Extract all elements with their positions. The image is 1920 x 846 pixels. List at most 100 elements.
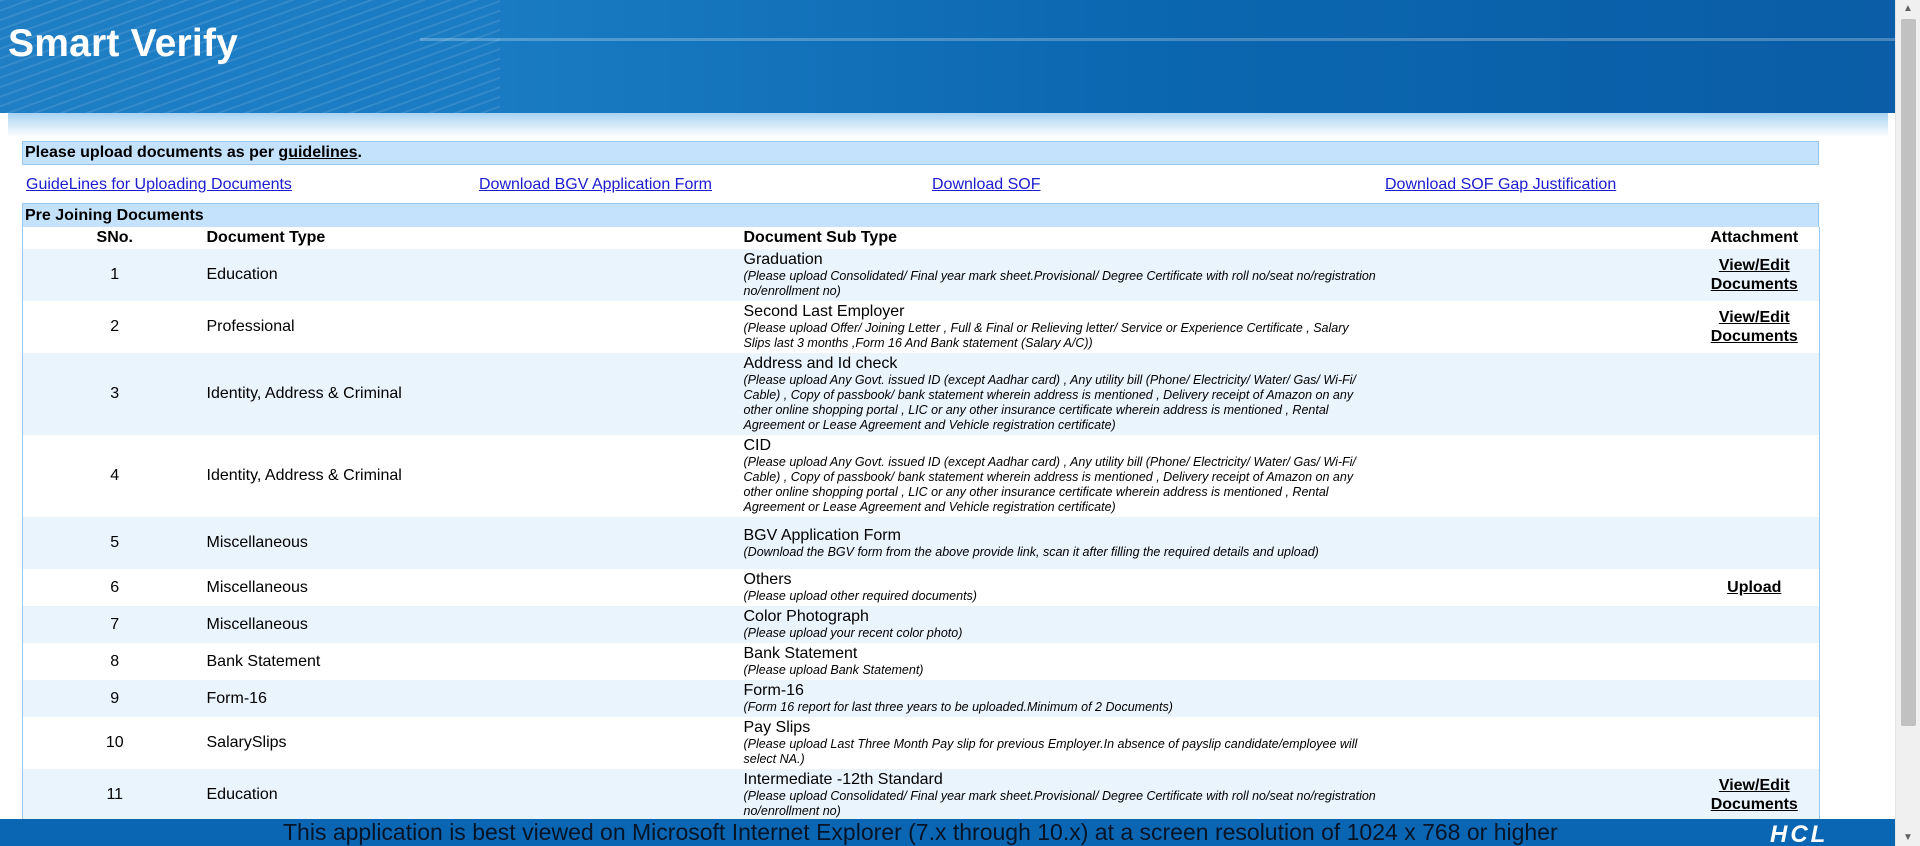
sub-type-name: BGV Application Form (743, 526, 901, 544)
view-edit-documents-link[interactable]: View/Edit Documents (1690, 256, 1820, 294)
cell-sno: 4 (22, 435, 207, 517)
sub-type-name: Bank Statement (743, 645, 858, 662)
scroll-up-arrow-icon[interactable]: ▲ (1896, 0, 1920, 17)
cell-document-sub-type: Others (Please upload other required docu… (743, 569, 1379, 606)
download-sof-link[interactable]: Download SOF (932, 176, 1041, 194)
table-body: 1 Education Graduation (Please upload Conso… (22, 249, 1820, 821)
cell-document-sub-type: CID (Please upload Any Govt. issued ID (e… (743, 435, 1379, 517)
cell-attachment (1689, 517, 1820, 569)
cell-sno: 5 (22, 517, 207, 569)
cell-document-sub-type: Bank Statement (Please upload Bank Statem… (743, 643, 1379, 680)
cell-document-type: Professional (206, 301, 744, 353)
table-row: 4 Identity, Address & Criminal CID (Please … (22, 435, 1820, 517)
cell-sno: 9 (22, 680, 207, 717)
cell-attachment (1689, 606, 1820, 643)
cell-document-type: SalarySlips (206, 717, 744, 769)
sub-type-note: (Please upload Consolidated/ Final year … (743, 269, 1376, 298)
scroll-down-arrow-icon[interactable]: ▼ (1896, 829, 1920, 846)
cell-sno: 7 (22, 606, 207, 643)
cell-document-type: Identity, Address & Criminal (206, 353, 744, 435)
sub-type-name: CID (743, 437, 772, 454)
header-sno: SNo. (22, 227, 207, 249)
table-row: 11 Education Intermediate -12th Standard (P… (22, 769, 1820, 821)
header-document-sub-type: Document Sub Type (743, 227, 1379, 249)
header-document-type: Document Type (206, 227, 744, 249)
sub-type-name: Others (743, 571, 792, 588)
cell-attachment (1689, 643, 1820, 680)
header-spacer (1378, 227, 1690, 249)
cell-document-type: Miscellaneous (206, 606, 744, 643)
page: Smart Verify Please upload documents as … (0, 0, 1920, 846)
cell-spacer (1378, 353, 1690, 435)
table-row: 6 Miscellaneous Others (Please upload other… (22, 569, 1820, 606)
sub-type-note: (Please upload Any Govt. issued ID (exce… (743, 455, 1356, 514)
sub-type-name: Second Last Employer (743, 303, 905, 320)
sub-type-name: Graduation (743, 251, 823, 268)
download-sof-gap-link[interactable]: Download SOF Gap Justification (1385, 176, 1616, 194)
table-row: 5 Miscellaneous BGV Application Form (Downl… (22, 517, 1820, 569)
sub-type-note: (Please upload other required documents) (743, 589, 977, 603)
table-header-row: SNo. Document Type Document Sub Type Att… (22, 227, 1820, 249)
cell-document-type: Education (206, 249, 744, 301)
header-swoosh (420, 38, 1895, 41)
cell-spacer (1378, 717, 1690, 769)
cell-sno: 6 (22, 569, 207, 606)
cell-document-type: Miscellaneous (206, 517, 744, 569)
sub-type-name: Color Photograph (743, 608, 869, 625)
cell-spacer (1378, 517, 1690, 569)
cell-spacer (1378, 769, 1690, 821)
cell-spacer (1378, 435, 1690, 517)
sub-type-name: Intermediate -12th Standard (743, 771, 943, 788)
cell-document-sub-type: Color Photograph (Please upload your rece… (743, 606, 1379, 643)
sub-type-note: (Please upload Consolidated/ Final year … (743, 789, 1376, 818)
cell-spacer (1378, 301, 1690, 353)
upload-link[interactable]: Upload (1727, 578, 1781, 597)
cell-attachment (1689, 435, 1820, 517)
cell-document-sub-type: Intermediate -12th Standard (Please uploa… (743, 769, 1379, 821)
cell-sno: 2 (22, 301, 207, 353)
table-row: 2 Professional Second Last Employer (Please… (22, 301, 1820, 353)
cell-attachment: View/Edit Documents (1689, 301, 1820, 353)
download-links: GuideLines for Uploading Documents Downl… (22, 165, 1819, 203)
notice-text: Please upload documents as per (25, 144, 279, 161)
footer: This application is best viewed on Micro… (0, 819, 1895, 846)
notice-suffix: . (357, 144, 362, 161)
table-row: 10 SalarySlips Pay Slips (Please upload Las… (22, 717, 1820, 769)
cell-document-type: Education (206, 769, 744, 821)
cell-document-sub-type: Form-16 (Form 16 report for last three ye… (743, 680, 1379, 717)
cell-document-sub-type: Address and Id check (Please upload Any G… (743, 353, 1379, 435)
sub-type-name: Address and Id check (743, 355, 898, 372)
guidelines-upload-link[interactable]: GuideLines for Uploading Documents (26, 176, 292, 194)
table-row: 3 Identity, Address & Criminal Address and… (22, 353, 1820, 435)
cell-attachment (1689, 353, 1820, 435)
cell-sno: 11 (22, 769, 207, 821)
header-attachment: Attachment (1689, 227, 1820, 249)
scrollbar-thumb[interactable] (1901, 19, 1916, 726)
guidelines-link[interactable]: guidelines (278, 144, 357, 161)
cell-spacer (1378, 680, 1690, 717)
cell-document-sub-type: Pay Slips (Please upload Last Three Month… (743, 717, 1379, 769)
sub-type-note: (Please upload Bank Statement) (743, 663, 924, 677)
cell-document-type: Form-16 (206, 680, 744, 717)
view-edit-documents-link[interactable]: View/Edit Documents (1690, 308, 1820, 346)
download-bgv-form-link[interactable]: Download BGV Application Form (479, 176, 712, 194)
cell-attachment (1689, 680, 1820, 717)
upload-notice: Please upload documents as per guideline… (22, 141, 1819, 165)
table-row: 7 Miscellaneous Color Photograph (Please up… (22, 606, 1820, 643)
sub-type-name: Form-16 (743, 682, 804, 699)
cell-spacer (1378, 569, 1690, 606)
cell-document-sub-type: Second Last Employer (Please upload Offer… (743, 301, 1379, 353)
cell-attachment (1689, 717, 1820, 769)
sub-type-note: (Please upload Any Govt. issued ID (exce… (743, 373, 1356, 432)
cell-attachment: View/Edit Documents (1689, 249, 1820, 301)
header-banner: Smart Verify (0, 0, 1895, 113)
documents-table: SNo. Document Type Document Sub Type Att… (22, 227, 1820, 821)
cell-document-sub-type: BGV Application Form (Download the BGV fo… (743, 517, 1379, 569)
view-edit-documents-link[interactable]: View/Edit Documents (1690, 776, 1820, 814)
vertical-scrollbar[interactable]: ▲ ▼ (1895, 0, 1920, 846)
cell-attachment: Upload (1689, 569, 1820, 606)
table-row: 9 Form-16 Form-16 (Form 16 report for last … (22, 680, 1820, 717)
cell-spacer (1378, 249, 1690, 301)
cell-sno: 1 (22, 249, 207, 301)
cell-spacer (1378, 606, 1690, 643)
